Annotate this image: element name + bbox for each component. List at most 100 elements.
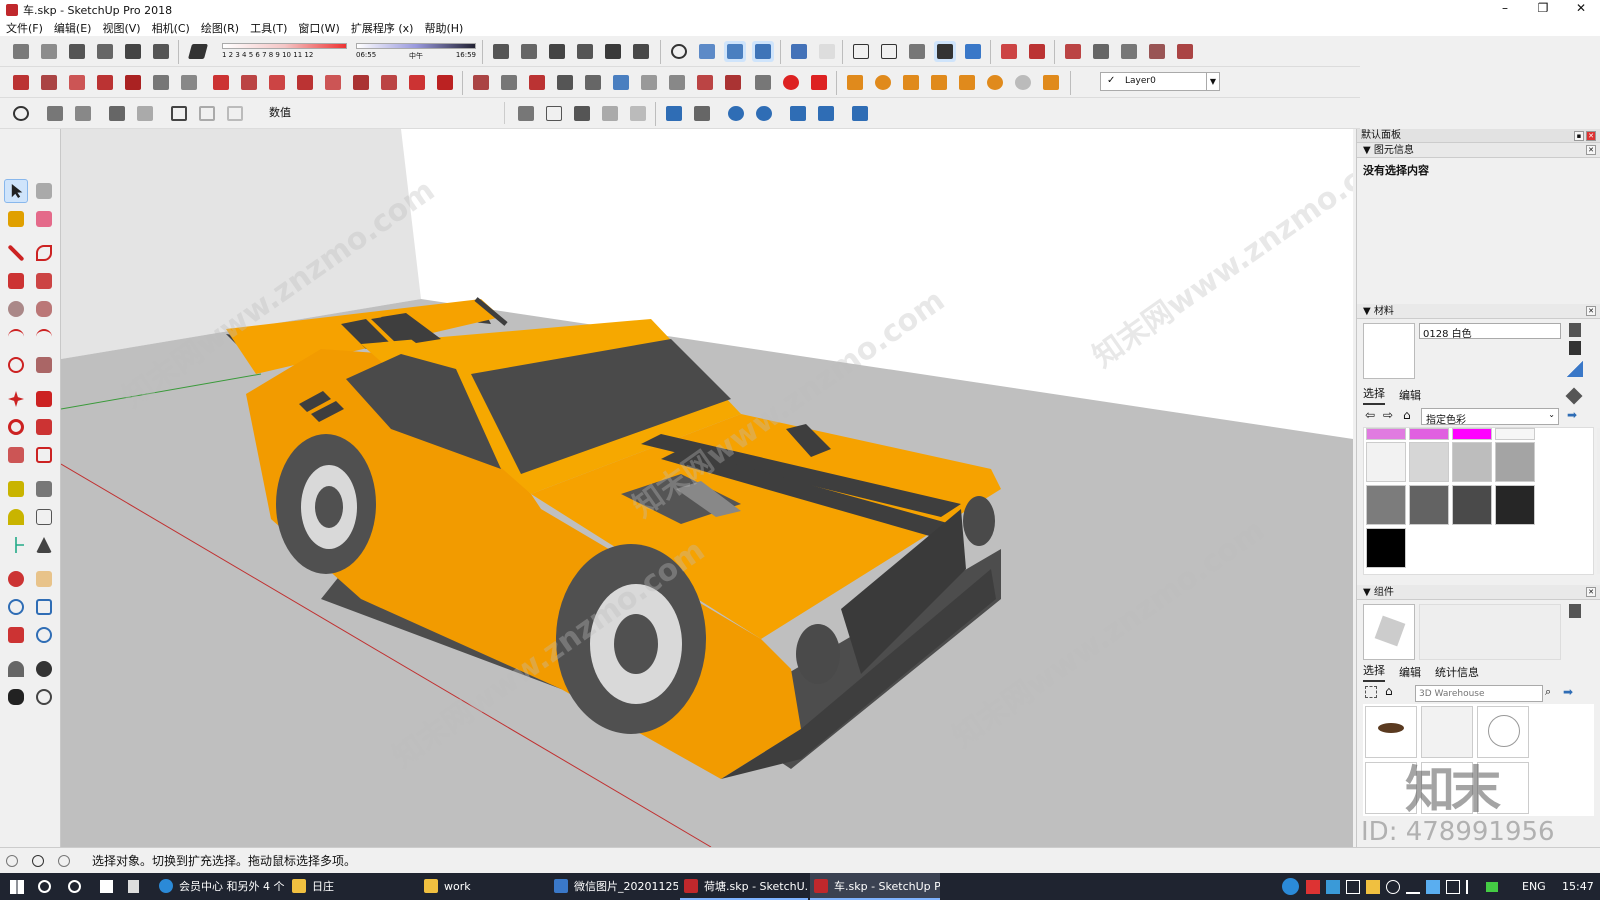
components-header[interactable]: ▼ 组件 ✕ [1357, 585, 1600, 600]
material-swatch[interactable] [1366, 528, 1406, 568]
shadow-month-slider[interactable]: 1 2 3 4 5 6 7 8 9 10 11 12 [222, 40, 347, 64]
stamp-icon[interactable] [599, 103, 621, 124]
material-swatch[interactable] [1409, 485, 1449, 525]
material-swatch[interactable] [1366, 442, 1406, 482]
ext-tool-23-icon[interactable] [638, 72, 660, 93]
close-button[interactable]: ✕ [1562, 0, 1600, 19]
material-swatch-preview[interactable] [1363, 323, 1415, 379]
wireframe-icon[interactable] [546, 41, 568, 62]
ext-tool-1-icon[interactable] [10, 72, 32, 93]
close-icon[interactable]: ✕ [1586, 131, 1596, 141]
shaded-texture-icon[interactable] [630, 41, 652, 62]
store-icon[interactable] [100, 880, 113, 893]
material-swatch[interactable] [1495, 428, 1535, 440]
sandbox-from-scratch-icon[interactable] [543, 103, 565, 124]
material-collection-select[interactable]: 指定色彩 ⌄ [1421, 408, 1559, 426]
ext-tool-22-icon[interactable] [610, 72, 632, 93]
previous-view-icon[interactable] [32, 623, 56, 647]
ext-tool-32-icon[interactable] [928, 72, 950, 93]
ext-tool-25-icon[interactable] [694, 72, 716, 93]
components-tab-stats[interactable]: 统计信息 [1435, 664, 1479, 682]
style-light-icon[interactable] [816, 41, 838, 62]
task-folder-work[interactable]: work [420, 873, 545, 900]
orbit-target-icon[interactable] [668, 41, 690, 62]
ext-tool-24-icon[interactable] [666, 72, 688, 93]
zoom-window-icon[interactable] [32, 595, 56, 619]
face-style-2-icon[interactable] [878, 41, 900, 62]
menu-camera[interactable]: 相机(C) [152, 20, 190, 36]
component-details-icon[interactable] [1569, 604, 1581, 618]
arc-tool-icon[interactable] [4, 325, 28, 349]
push-pull-icon[interactable] [32, 387, 56, 411]
section-plane-icon[interactable] [998, 41, 1020, 62]
materials-tab-select[interactable]: 选择 [1363, 385, 1385, 405]
credits-icon[interactable] [32, 854, 44, 867]
solid-tools-3-icon[interactable] [224, 103, 246, 124]
sandbox-from-contours-icon[interactable] [515, 103, 537, 124]
home-icon[interactable]: ⌂ [1385, 684, 1393, 698]
ext-tool-2-icon[interactable] [38, 72, 60, 93]
location-pin-icon[interactable] [725, 103, 747, 124]
material-name-field[interactable]: 0128 白色 [1419, 323, 1561, 340]
hidden-line-icon[interactable] [574, 41, 596, 62]
menu-file[interactable]: 文件(F) [6, 20, 43, 36]
ext-tool-31-icon[interactable] [900, 72, 922, 93]
ext-tool-19-icon[interactable] [526, 72, 548, 93]
ext-tool-20-icon[interactable] [554, 72, 576, 93]
tray-app-3-icon[interactable] [1346, 880, 1360, 894]
ext-tool-14-icon[interactable] [378, 72, 400, 93]
offset-tool-icon[interactable] [32, 443, 56, 467]
face-style-1-icon[interactable] [850, 41, 872, 62]
su-app-icon[interactable] [808, 72, 830, 93]
maximize-button[interactable]: ❐ [1524, 0, 1562, 19]
ext-tool-12-icon[interactable] [322, 72, 344, 93]
volume-icon[interactable] [1466, 880, 1480, 894]
three-point-arc-icon[interactable] [4, 353, 28, 377]
ext-tool-28-icon[interactable] [780, 72, 802, 93]
material-swatch[interactable] [1366, 485, 1406, 525]
polygon-tool-icon[interactable] [32, 297, 56, 321]
bluetooth-icon[interactable] [1426, 880, 1440, 894]
style-blue-icon[interactable] [788, 41, 810, 62]
face-style-3-icon[interactable] [906, 41, 928, 62]
back-edges-icon[interactable] [518, 41, 540, 62]
start-icon[interactable] [10, 880, 24, 894]
axes-tool-icon[interactable] [4, 533, 28, 557]
tray-shield-icon[interactable] [1366, 880, 1380, 894]
location-pin-2-icon[interactable] [753, 103, 775, 124]
ext-tool-7-icon[interactable] [178, 72, 200, 93]
chevron-down-icon[interactable]: ▼ [1206, 73, 1219, 90]
create-component-icon[interactable] [106, 103, 128, 124]
chevron-down-icon[interactable]: ⌄ [1548, 410, 1555, 419]
shaded-icon[interactable] [602, 41, 624, 62]
menu-help[interactable]: 帮助(H) [424, 20, 463, 36]
material-swatch[interactable] [1366, 428, 1406, 440]
material-swatch[interactable] [1452, 428, 1492, 440]
cortana-icon[interactable] [68, 880, 81, 893]
eyedropper-icon[interactable] [1565, 387, 1583, 405]
material-swatch[interactable] [1409, 442, 1449, 482]
photo-texture-icon[interactable] [815, 103, 837, 124]
ext-tool-36-icon[interactable] [1040, 72, 1062, 93]
component-preview[interactable] [1363, 604, 1415, 660]
forward-arrow-icon[interactable]: ⇨ [1383, 408, 1393, 422]
ext-tool-6-icon[interactable] [150, 72, 172, 93]
house-icon[interactable] [122, 41, 144, 62]
warehouse-icon[interactable] [38, 41, 60, 62]
battery-icon[interactable] [1486, 882, 1498, 892]
eraser-tool-icon[interactable] [32, 207, 56, 231]
getting-started-icon[interactable] [10, 41, 32, 62]
view-options-icon[interactable] [1365, 686, 1377, 698]
axes-move-icon[interactable] [691, 103, 713, 124]
tray-app-4-icon[interactable] [1386, 880, 1400, 894]
back-view-icon[interactable] [150, 41, 172, 62]
ext-tool-9-icon[interactable] [238, 72, 260, 93]
ext-tool-18-icon[interactable] [498, 72, 520, 93]
pie-tool-icon[interactable] [32, 353, 56, 377]
material-swatch[interactable] [1452, 442, 1492, 482]
section-fill-icon[interactable] [1026, 41, 1048, 62]
ext-tool-21-icon[interactable] [582, 72, 604, 93]
tray-app-icon[interactable] [1306, 880, 1320, 894]
layer-select[interactable]: ✓ Layer0 ▼ [1100, 72, 1220, 91]
clock[interactable]: 15:47 [1562, 880, 1594, 893]
